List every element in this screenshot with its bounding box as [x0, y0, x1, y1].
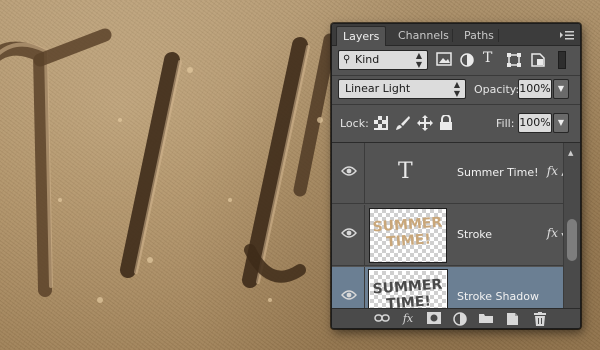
filter-kind-label: Kind [355, 53, 380, 66]
lock-transparent-pixels-icon[interactable] [374, 116, 390, 132]
new-layer-icon[interactable] [504, 312, 520, 326]
type-layer-icon: T [398, 159, 413, 184]
layers-bottom-toolbar: fx [332, 308, 580, 328]
tab-separator [498, 29, 499, 42]
blend-row: Linear Light ▲ ▼ Opacity: 100% ▼ [332, 76, 580, 104]
opacity-input[interactable]: 100% [518, 79, 552, 99]
adjustment-layer-filter-icon[interactable] [459, 52, 475, 68]
type-layer-filter-icon[interactable]: T [483, 50, 499, 66]
select-arrows-icon: ▲ ▼ [415, 51, 422, 69]
filter-kind-select[interactable]: ⚲ Kind ▲ ▼ [338, 50, 428, 70]
panel-menu-icon[interactable] [560, 29, 574, 41]
layers-scrollbar[interactable]: ▲ ▼ [563, 143, 580, 328]
pixel-layer-filter-icon[interactable] [436, 52, 452, 68]
layer-row-summer-time[interactable]: T Summer Time! fx ▲ [332, 143, 566, 204]
lock-all-icon[interactable] [439, 114, 455, 131]
opacity-dropdown-icon[interactable]: ▼ [553, 79, 569, 99]
thumbnail-artwork: SUMMER TIME! [369, 214, 447, 251]
tab-layers[interactable]: Layers [336, 26, 387, 46]
lock-image-pixels-icon[interactable] [395, 115, 411, 131]
scroll-up-arrow-icon[interactable]: ▲ [568, 149, 573, 157]
fx-icon[interactable]: fx [547, 226, 558, 240]
add-mask-icon[interactable] [426, 312, 442, 326]
search-icon: ⚲ [343, 54, 351, 65]
eye-icon[interactable] [341, 289, 357, 305]
add-layer-style-icon[interactable]: fx [400, 312, 416, 326]
tab-separator [452, 29, 453, 42]
opacity-label: Opacity: [474, 83, 520, 96]
layer-name[interactable]: Stroke Shadow [457, 290, 539, 303]
eye-icon[interactable] [341, 227, 357, 243]
tab-channels[interactable]: Channels [392, 26, 455, 46]
layer-name[interactable]: Summer Time! [457, 166, 539, 179]
select-arrows-icon: ▲ ▼ [453, 80, 460, 98]
blend-mode-value: Linear Light [345, 82, 411, 95]
filter-toggle-switch[interactable] [558, 51, 566, 69]
lock-label: Lock: [340, 117, 369, 130]
delete-layer-icon[interactable] [532, 312, 548, 326]
smart-object-filter-icon[interactable] [530, 52, 546, 68]
shape-layer-filter-icon[interactable] [506, 52, 522, 68]
fill-label: Fill: [496, 117, 515, 130]
filter-row: ⚲ Kind ▲ ▼ T [332, 46, 580, 75]
fill-dropdown-icon[interactable]: ▼ [553, 113, 569, 133]
fill-input[interactable]: 100% [518, 113, 552, 133]
lock-row: Lock: Fill: 100% ▼ [332, 105, 580, 142]
tab-paths[interactable]: Paths [458, 26, 500, 46]
scrollbar-thumb[interactable] [567, 219, 577, 261]
layer-thumbnail: SUMMER TIME! [369, 208, 447, 263]
layer-row-stroke[interactable]: SUMMER TIME! Stroke fx ▼ [332, 205, 566, 266]
layers-panel: Layers Channels Paths ⚲ Kind ▲ ▼ T Linea… [331, 23, 581, 329]
new-adjustment-layer-icon[interactable] [452, 312, 468, 326]
blend-mode-select[interactable]: Linear Light ▲ ▼ [338, 79, 466, 99]
layers-list: T Summer Time! fx ▲ SUMMER TIME! Stroke … [332, 143, 566, 328]
layer-name[interactable]: Stroke [457, 228, 492, 241]
panel-tab-bar: Layers Channels Paths [332, 24, 580, 46]
link-layers-icon[interactable] [374, 312, 390, 326]
new-group-icon[interactable] [478, 312, 494, 326]
fx-icon[interactable]: fx [547, 164, 558, 178]
lock-position-icon[interactable] [417, 115, 433, 131]
eye-icon[interactable] [341, 165, 357, 181]
